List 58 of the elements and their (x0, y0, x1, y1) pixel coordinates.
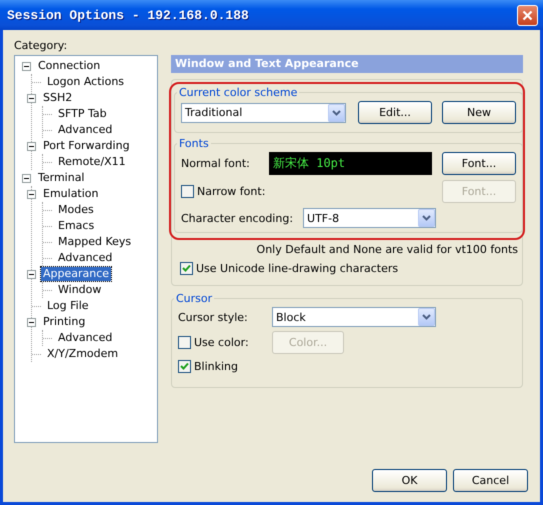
tree-item[interactable]: Window (56, 283, 104, 297)
chevron-down-icon (422, 215, 432, 221)
tree-item[interactable]: Remote/X11 (56, 155, 128, 169)
checkbox[interactable] (180, 262, 193, 275)
checkbox[interactable] (178, 360, 191, 373)
button[interactable]: New (442, 101, 516, 124)
checkbox-label[interactable]: Narrow font: (197, 185, 266, 198)
collapse-icon[interactable] (27, 94, 36, 102)
dropdown[interactable]: Traditional (181, 102, 346, 122)
tree-item[interactable]: Emulation (41, 187, 101, 201)
button[interactable]: Edit... (358, 101, 432, 124)
tree-item[interactable]: Advanced (56, 331, 114, 345)
dialog-button[interactable]: Cancel (453, 469, 528, 492)
button[interactable]: Font... (442, 152, 516, 175)
tree-item[interactable]: Mapped Keys (56, 235, 134, 249)
field-label: Cursor style: (178, 310, 249, 324)
group-title: Cursor (175, 292, 214, 305)
dialog-button[interactable]: OK (372, 469, 447, 492)
category-label: Category: (14, 38, 68, 54)
collapse-icon[interactable] (27, 142, 36, 150)
tree-item[interactable]: Modes (56, 203, 96, 217)
group-title: Fonts (178, 137, 210, 150)
collapse-icon[interactable] (27, 190, 36, 198)
tree-item[interactable]: Advanced (56, 123, 114, 137)
collapse-icon[interactable] (27, 318, 36, 326)
group-title: Current color scheme (178, 86, 298, 99)
checkbox[interactable] (181, 185, 194, 198)
tree-item[interactable]: Printing (41, 315, 88, 329)
chevron-down-icon (422, 314, 431, 320)
section-header: Window and Text Appearance (171, 55, 523, 73)
tree-item[interactable]: SSH2 (41, 91, 74, 105)
checkbox-label[interactable]: Blinking (194, 360, 238, 373)
tree-item[interactable]: Emacs (56, 219, 96, 233)
hint-text: Only Default and None are valid for vt100 fonts (256, 243, 518, 256)
close-icon (522, 10, 533, 20)
font-preview: 新宋体 10pt (269, 152, 432, 175)
chevron-down-icon (332, 110, 341, 116)
dropdown[interactable]: UTF-8 (303, 208, 436, 228)
tree-item[interactable]: Advanced (56, 251, 114, 265)
collapse-icon[interactable] (27, 270, 36, 278)
tree-item[interactable]: SFTP Tab (56, 107, 109, 121)
dropdown[interactable]: Block (272, 307, 436, 327)
checkbox-label[interactable]: Use Unicode line-drawing characters (196, 262, 398, 275)
tree-item[interactable]: X/Y/Zmodem (45, 347, 120, 361)
tree-item[interactable]: Log File (45, 299, 91, 313)
checkbox[interactable] (178, 336, 191, 349)
checkbox-label[interactable]: Use color: (194, 336, 249, 349)
tree-item[interactable]: Terminal (36, 171, 86, 185)
tree-item[interactable]: Logon Actions (45, 75, 126, 89)
collapse-icon[interactable] (22, 174, 31, 182)
tree-item[interactable]: Appearance (41, 267, 112, 281)
field-label: Character encoding: (181, 212, 294, 224)
field-label: Normal font: (181, 157, 251, 170)
collapse-icon[interactable] (22, 62, 31, 70)
tree-item[interactable]: Port Forwarding (41, 139, 132, 153)
tree-item[interactable]: Connection (36, 59, 102, 73)
window-title: Session Options - 192.168.0.188 (7, 8, 249, 22)
close-button[interactable] (517, 4, 538, 26)
